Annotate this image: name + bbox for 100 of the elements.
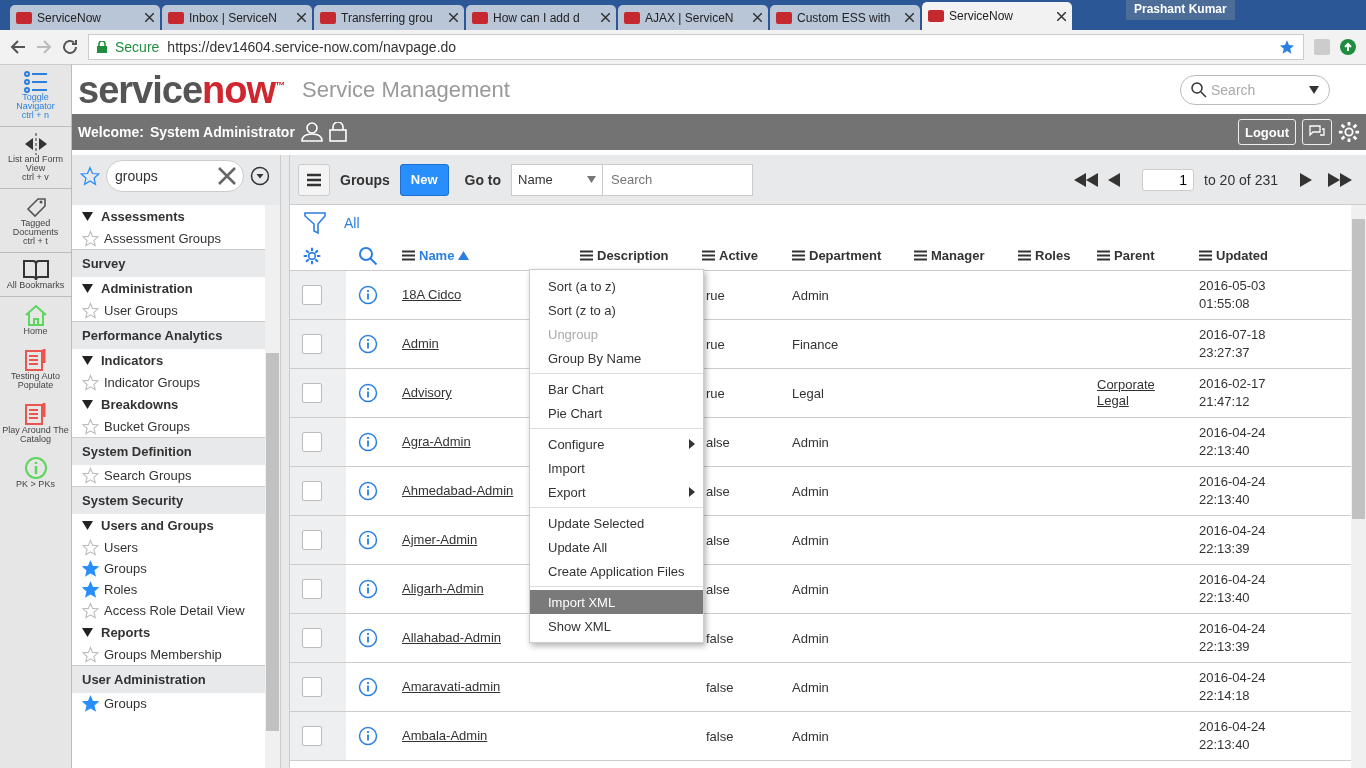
lock-icon[interactable]: [328, 122, 347, 142]
sort-ascending-icon[interactable]: [458, 251, 470, 260]
field-select[interactable]: Name: [511, 163, 604, 196]
module-group[interactable]: Reports: [101, 625, 151, 640]
column-menu-icon[interactable]: [792, 250, 805, 261]
column-menu-icon[interactable]: [914, 250, 927, 261]
info-icon[interactable]: [358, 628, 378, 648]
filled-star-icon[interactable]: [82, 695, 99, 712]
close-icon[interactable]: [1057, 11, 1066, 21]
column-header[interactable]: Department: [809, 248, 882, 263]
section-header[interactable]: System Definition: [72, 437, 265, 465]
menu-item[interactable]: Configure: [530, 432, 703, 456]
chat-button[interactable]: [1302, 119, 1332, 145]
module-link[interactable]: Groups: [104, 696, 147, 711]
record-link[interactable]: Agra-Admin: [402, 434, 471, 450]
module-link[interactable]: Assessment Groups: [104, 231, 222, 246]
row-checkbox[interactable]: [302, 285, 322, 305]
module-link[interactable]: User Groups: [104, 303, 178, 318]
star-icon[interactable]: [82, 646, 99, 663]
row-checkbox[interactable]: [302, 334, 322, 354]
menu-item[interactable]: Import XML: [530, 590, 703, 614]
expand-triangle-icon[interactable]: [82, 521, 93, 530]
column-header[interactable]: Updated: [1216, 248, 1268, 263]
star-icon[interactable]: [82, 230, 99, 247]
rail-label[interactable]: Play Around The Catalog: [2, 426, 69, 444]
filled-star-icon[interactable]: [82, 560, 99, 577]
close-icon[interactable]: [145, 13, 154, 22]
user-icon[interactable]: [300, 122, 323, 142]
module-link[interactable]: Users: [104, 540, 138, 555]
expand-triangle-icon[interactable]: [82, 628, 93, 637]
info-icon[interactable]: [358, 334, 378, 354]
info-icon[interactable]: [358, 579, 378, 599]
browser-tab[interactable]: How can I add d: [466, 5, 616, 30]
filter-field[interactable]: groups: [106, 160, 244, 192]
module-link[interactable]: Access Role Detail View: [104, 603, 245, 618]
info-icon[interactable]: [358, 383, 378, 403]
row-checkbox[interactable]: [302, 677, 322, 697]
column-header[interactable]: Manager: [931, 248, 985, 263]
browser-tab[interactable]: ServiceNow: [10, 5, 160, 30]
module-link[interactable]: Search Groups: [104, 468, 192, 483]
menu-item[interactable]: Sort (z to a): [530, 298, 703, 322]
menu-button[interactable]: [298, 163, 330, 196]
star-icon[interactable]: [82, 467, 99, 484]
user-name[interactable]: System Administrator: [149, 124, 295, 140]
menu-item[interactable]: Sort (a to z): [530, 274, 703, 298]
star-icon[interactable]: [82, 602, 99, 619]
browser-tab[interactable]: ServiceNow: [922, 2, 1072, 30]
info-icon[interactable]: [358, 432, 378, 452]
row-checkbox[interactable]: [302, 481, 322, 501]
info-icon[interactable]: [358, 481, 378, 501]
logout-button[interactable]: Logout: [1237, 119, 1296, 145]
document-icon[interactable]: [23, 348, 48, 372]
settings-icon[interactable]: [302, 245, 322, 266]
module-group[interactable]: Breakdowns: [101, 397, 179, 412]
record-link[interactable]: Ahmedabad-Admin: [402, 483, 514, 499]
record-link[interactable]: Ambala-Admin: [402, 728, 488, 744]
module-link[interactable]: Roles: [104, 582, 138, 597]
close-icon[interactable]: [449, 13, 458, 22]
column-menu-icon[interactable]: [580, 250, 593, 261]
dropdown-icon[interactable]: [1309, 85, 1319, 94]
record-link[interactable]: Allahabad-Admin: [402, 630, 501, 646]
section-header[interactable]: Survey: [72, 249, 265, 277]
menu-item[interactable]: Pie Chart: [530, 401, 703, 425]
module-link[interactable]: Groups Membership: [104, 647, 222, 662]
menu-item[interactable]: Update Selected: [530, 511, 703, 535]
browser-tab[interactable]: Custom ESS with: [770, 5, 920, 30]
column-menu-icon[interactable]: [1097, 250, 1110, 261]
module-link[interactable]: Bucket Groups: [104, 419, 190, 434]
column-header[interactable]: Description: [597, 248, 669, 263]
split-arrows-icon[interactable]: [23, 133, 48, 155]
close-icon[interactable]: [601, 13, 610, 22]
page-field[interactable]: 1: [1142, 168, 1195, 191]
breadcrumb-link[interactable]: All: [344, 215, 360, 231]
column-header[interactable]: Name: [419, 248, 455, 263]
section-header[interactable]: User Administration: [72, 665, 265, 693]
info-icon[interactable]: [358, 285, 378, 305]
star-icon[interactable]: [82, 302, 99, 319]
row-checkbox[interactable]: [302, 383, 322, 403]
rail-label[interactable]: Testing Auto Populate: [2, 372, 69, 390]
menu-item[interactable]: Show XML: [530, 614, 703, 638]
section-header[interactable]: System Security: [72, 486, 265, 514]
module-group[interactable]: Assessments: [101, 209, 185, 224]
expand-triangle-icon[interactable]: [82, 284, 93, 293]
row-checkbox[interactable]: [302, 530, 322, 550]
record-link[interactable]: Amaravati-admin: [402, 679, 501, 695]
browser-tab[interactable]: Inbox | ServiceN: [162, 5, 312, 30]
module-group[interactable]: Users and Groups: [101, 518, 214, 533]
info-icon[interactable]: [358, 726, 378, 746]
menu-item[interactable]: Create Application Files: [530, 559, 703, 583]
expand-triangle-icon[interactable]: [82, 400, 93, 409]
column-header[interactable]: Active: [719, 248, 759, 263]
list-icon[interactable]: [23, 71, 48, 93]
dropdown-icon[interactable]: [250, 166, 270, 186]
menu-item[interactable]: Bar Chart: [530, 377, 703, 401]
upload-icon[interactable]: [1340, 39, 1356, 55]
browser-tab[interactable]: Transferring grou: [314, 5, 464, 30]
record-link[interactable]: Advisory: [402, 385, 452, 401]
browser-tab[interactable]: AJAX | ServiceN: [618, 5, 768, 30]
section-header[interactable]: Performance Analytics: [72, 321, 265, 349]
module-group[interactable]: Indicators: [101, 353, 164, 368]
